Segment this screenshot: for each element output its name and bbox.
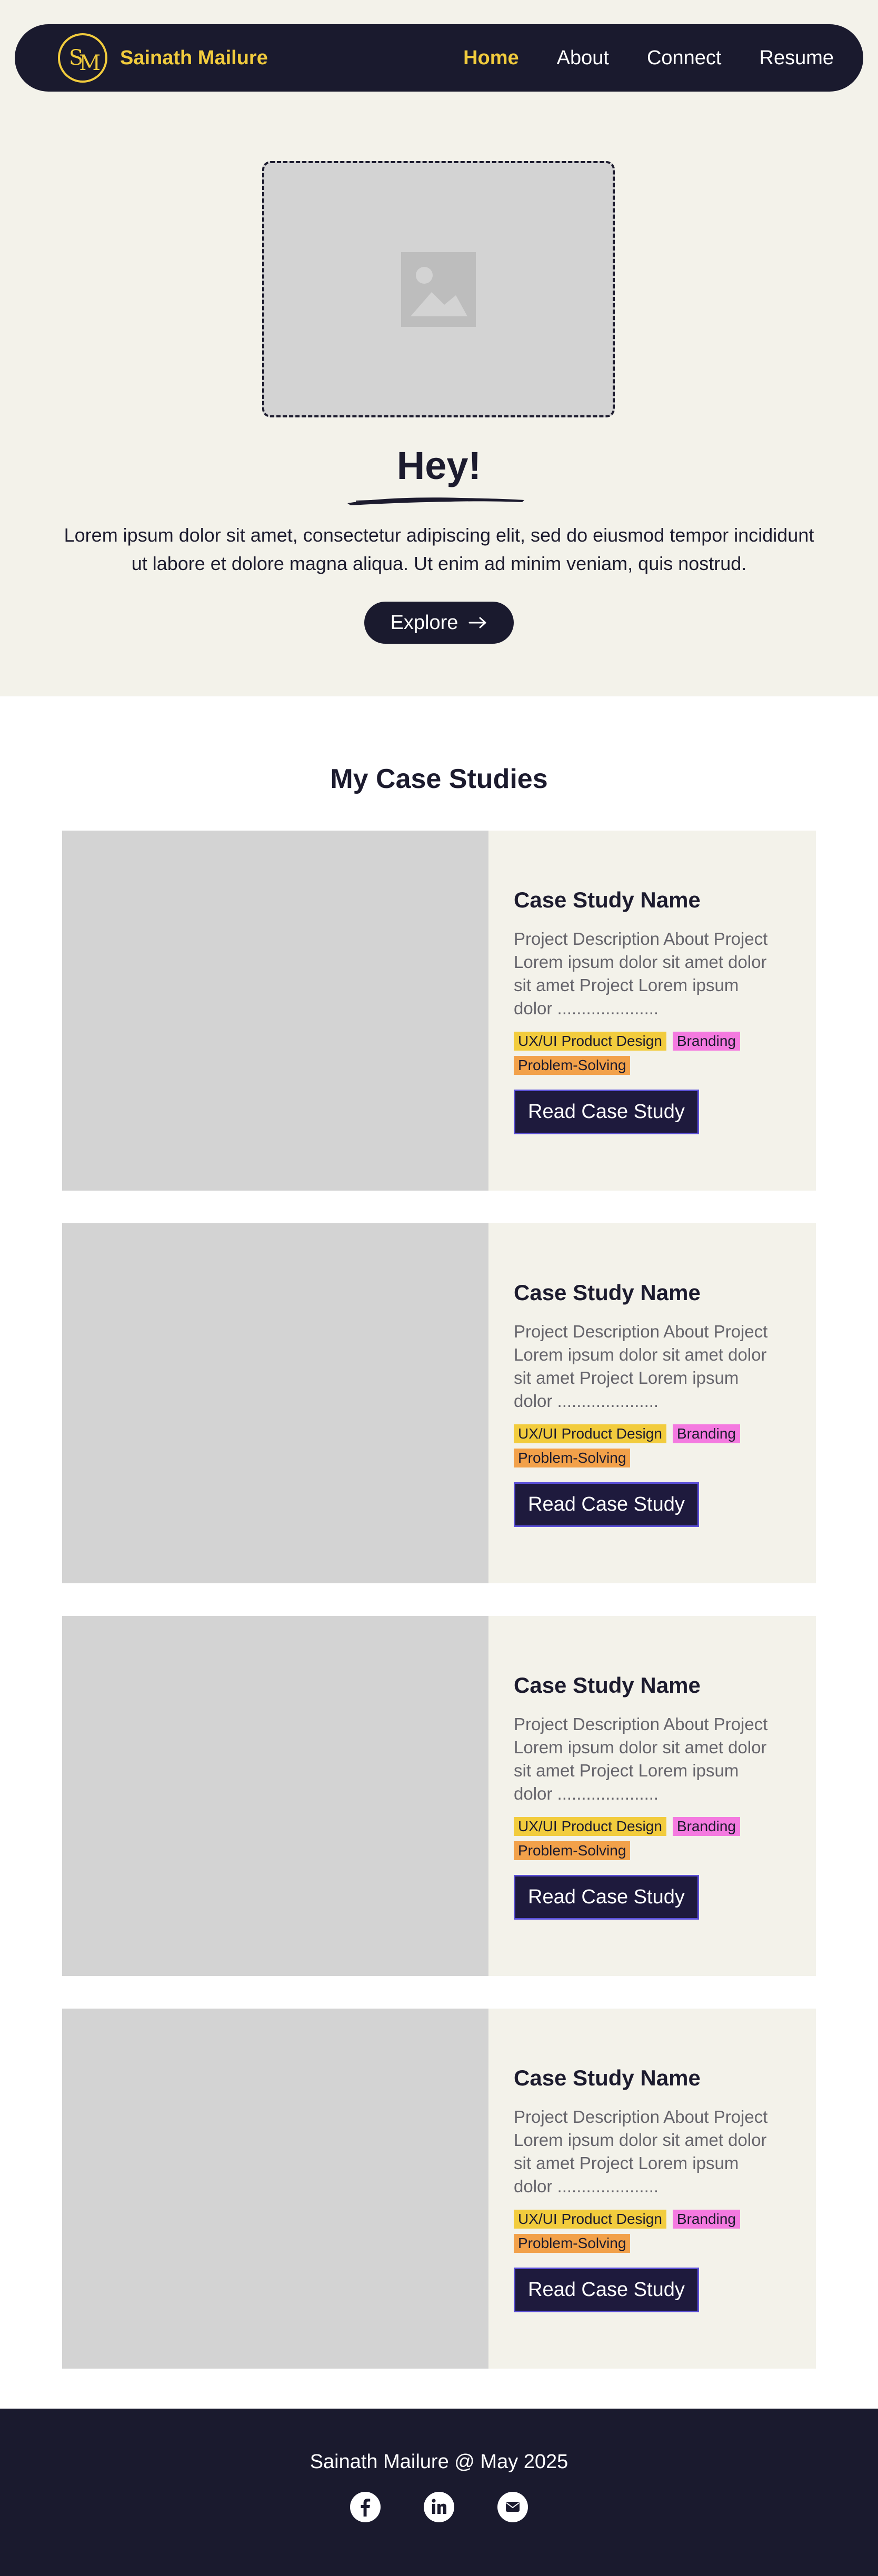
- case-study-card: Case Study Name Project Description Abou…: [62, 1616, 816, 1976]
- hero-description: Lorem ipsum dolor sit amet, consectetur …: [64, 524, 814, 574]
- tag-ux-ui: UX/UI Product Design: [514, 1424, 666, 1443]
- nav-link-home[interactable]: Home: [463, 47, 519, 69]
- read-case-study-button[interactable]: Read Case Study: [514, 1874, 699, 1920]
- footer-copyright: Sainath Mailure @ May 2025: [310, 2451, 568, 2473]
- nav-link-resume[interactable]: Resume: [760, 47, 834, 69]
- case-study-card: Case Study Name Project Description Abou…: [62, 831, 816, 1191]
- read-case-study-button[interactable]: Read Case Study: [514, 1089, 699, 1134]
- tag-ux-ui: UX/UI Product Design: [514, 1031, 666, 1051]
- hero-image-placeholder: [262, 161, 615, 417]
- brush-underline: [347, 497, 524, 505]
- case-study-body: Case Study Name Project Description Abou…: [488, 2009, 816, 2369]
- case-study-card: Case Study Name Project Description Abou…: [62, 1223, 816, 1583]
- hero-title: Hey!: [396, 444, 482, 487]
- read-case-study-button[interactable]: Read Case Study: [514, 2267, 699, 2312]
- case-study-description: Project Description About Project Lorem …: [514, 2106, 768, 2196]
- tag-list: UX/UI Product Design Branding Problem-So…: [514, 1031, 772, 1075]
- logo-icon[interactable]: SM: [58, 33, 107, 83]
- nav-links: Home About Connect Resume: [463, 47, 834, 69]
- arrow-right-icon: [468, 616, 487, 629]
- tag-problem-solving: Problem-Solving: [514, 2233, 631, 2253]
- case-study-description: Project Description About Project Lorem …: [514, 1714, 768, 1803]
- explore-button[interactable]: Explore: [364, 602, 514, 644]
- tag-branding: Branding: [672, 2209, 740, 2229]
- tag-list: UX/UI Product Design Branding Problem-So…: [514, 1424, 772, 1467]
- case-study-image: [62, 1616, 488, 1976]
- case-study-name: Case Study Name: [514, 1280, 701, 1305]
- brand-name[interactable]: Sainath Mailure: [120, 47, 268, 69]
- hero-section: SM Sainath Mailure Home About Connect Re…: [0, 0, 878, 696]
- explore-button-label: Explore: [390, 611, 458, 634]
- case-study-image: [62, 1223, 488, 1583]
- tag-branding: Branding: [672, 1424, 740, 1443]
- case-study-body: Case Study Name Project Description Abou…: [488, 831, 816, 1191]
- tag-list: UX/UI Product Design Branding Problem-So…: [514, 2209, 772, 2253]
- case-study-name: Case Study Name: [514, 2065, 701, 2090]
- nav-link-about[interactable]: About: [557, 47, 609, 69]
- linkedin-icon[interactable]: [424, 2492, 454, 2522]
- case-study-name: Case Study Name: [514, 887, 701, 912]
- facebook-icon[interactable]: [350, 2492, 381, 2522]
- case-studies-title: My Case Studies: [330, 764, 548, 794]
- case-study-name: Case Study Name: [514, 1672, 701, 1698]
- nav-link-connect[interactable]: Connect: [647, 47, 722, 69]
- image-placeholder-icon: [401, 252, 476, 327]
- case-study-body: Case Study Name Project Description Abou…: [488, 1616, 816, 1976]
- case-study-description: Project Description About Project Lorem …: [514, 1321, 768, 1411]
- tag-problem-solving: Problem-Solving: [514, 1448, 631, 1467]
- case-study-card: Case Study Name Project Description Abou…: [62, 2009, 816, 2369]
- tag-ux-ui: UX/UI Product Design: [514, 2209, 666, 2229]
- tag-problem-solving: Problem-Solving: [514, 1841, 631, 1860]
- tag-list: UX/UI Product Design Branding Problem-So…: [514, 1816, 772, 1860]
- tag-branding: Branding: [672, 1816, 740, 1836]
- case-study-description: Project Description About Project Lorem …: [514, 928, 768, 1018]
- navbar: SM Sainath Mailure Home About Connect Re…: [15, 24, 863, 92]
- tag-branding: Branding: [672, 1031, 740, 1051]
- case-study-image: [62, 2009, 488, 2369]
- case-study-image: [62, 831, 488, 1191]
- tag-ux-ui: UX/UI Product Design: [514, 1816, 666, 1836]
- read-case-study-button[interactable]: Read Case Study: [514, 1482, 699, 1527]
- email-icon[interactable]: [497, 2492, 528, 2522]
- case-study-body: Case Study Name Project Description Abou…: [488, 1223, 816, 1583]
- tag-problem-solving: Problem-Solving: [514, 1055, 631, 1075]
- footer: Sainath Mailure @ May 2025: [0, 2409, 878, 2576]
